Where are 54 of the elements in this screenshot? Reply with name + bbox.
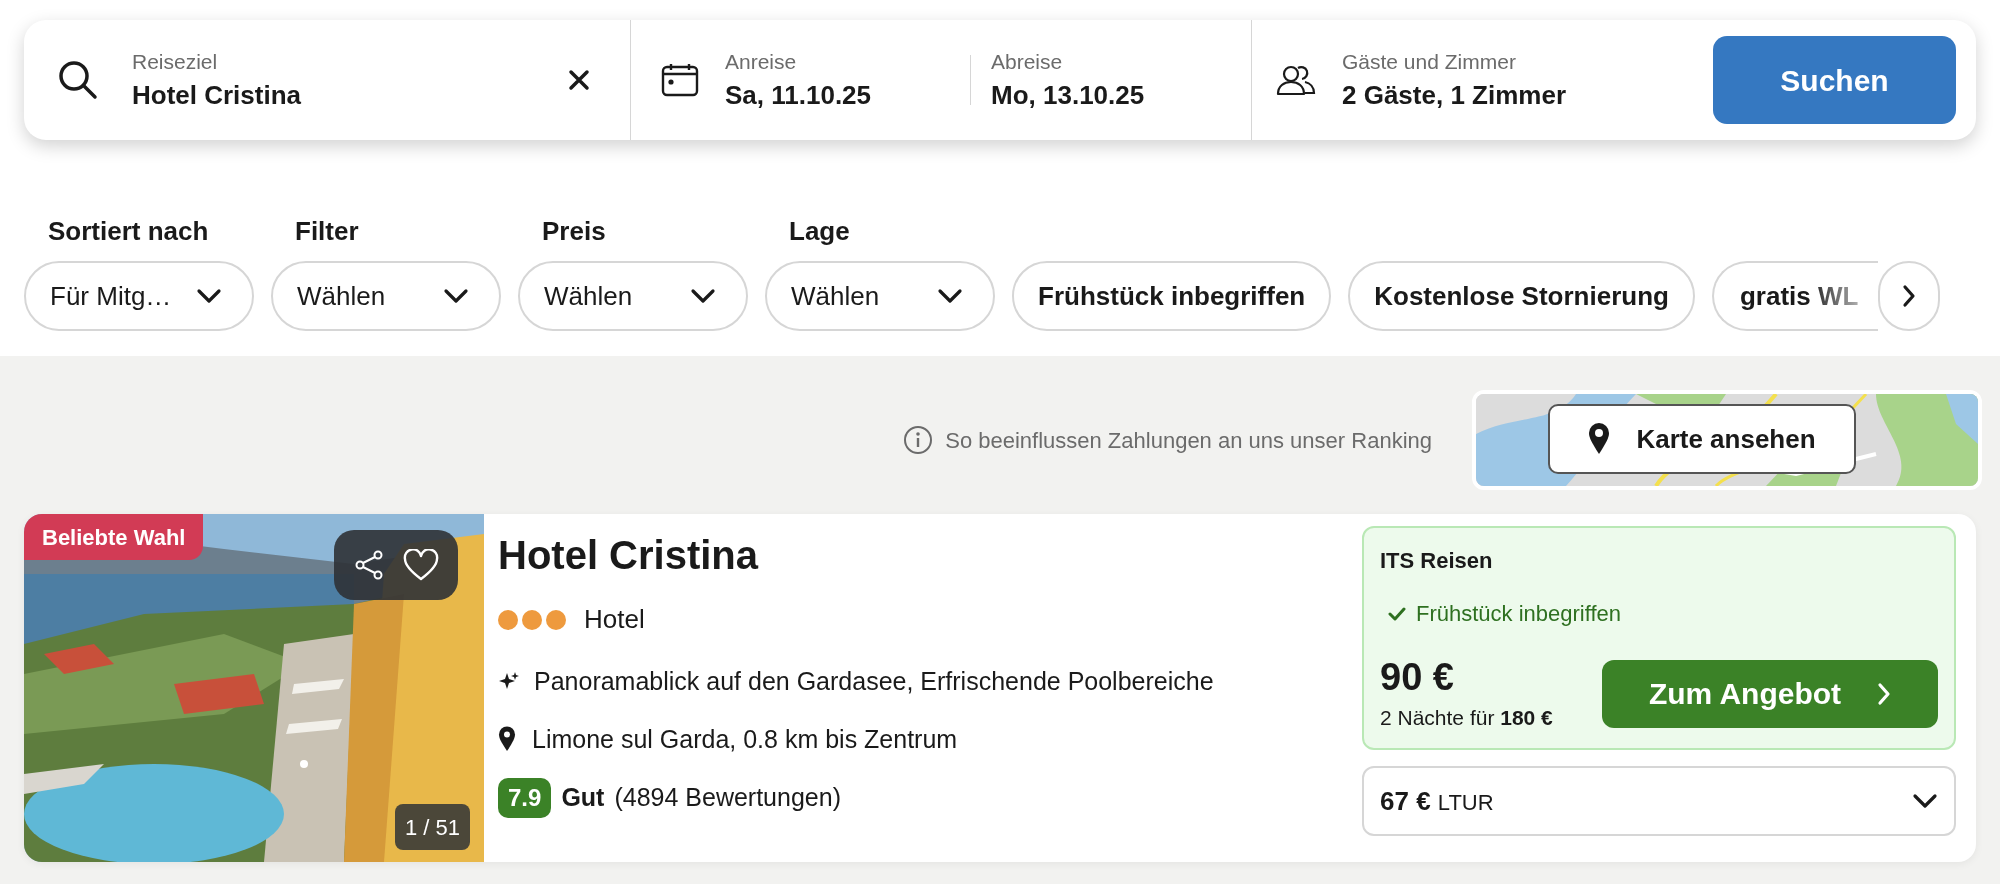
chevron-down-icon — [1912, 793, 1938, 809]
field-label: Anreise — [725, 48, 798, 75]
chevron-right-icon — [1901, 284, 1916, 308]
filter-chip[interactable]: Frühstück inbegriffen — [1012, 261, 1332, 331]
other-offer-dropdown[interactable]: 67 € LTUR — [1362, 766, 1956, 836]
heart-icon[interactable] — [402, 549, 439, 581]
chevron-right-icon — [1877, 681, 1892, 706]
ranking-note[interactable]: So beeinflussen Zahlungen an uns unser Ranking — [945, 423, 1432, 457]
review-count[interactable]: (4894 Bewertungen) — [614, 779, 841, 817]
chevron-down-icon — [690, 288, 716, 304]
provider-name: ITS Reisen — [1380, 547, 1494, 575]
hotel-name[interactable]: Hotel Cristina — [498, 530, 1362, 580]
calendar-icon — [661, 63, 699, 97]
guests-field[interactable]: 2 Gäste, 1 Zimmer — [1342, 78, 1687, 112]
chevron-down-icon — [443, 288, 469, 304]
filter-chip[interactable]: gratis WL — [1711, 261, 1878, 331]
people-icon — [1276, 63, 1316, 97]
field-label: Abreise — [991, 48, 1064, 75]
rating-verdict: Gut — [561, 782, 605, 814]
filter-label: Sortiert nach — [48, 215, 210, 248]
perk-text: Frühstück inbegriffen — [1416, 600, 1622, 628]
filter-dropdown[interactable]: Für Mitg… — [24, 261, 254, 331]
info-icon — [903, 425, 934, 455]
checkout-field[interactable]: Mo, 13.10.25 — [991, 78, 1145, 112]
popular-badge: Beliebte Wahl — [24, 514, 204, 560]
share-icon[interactable] — [353, 550, 384, 580]
nightly-price: 90 € — [1380, 655, 1455, 700]
chevron-down-icon — [196, 288, 222, 304]
view-map-button[interactable]: Karte ansehen — [1548, 404, 1856, 474]
filter-dropdown[interactable]: Wählen — [765, 261, 995, 331]
checkin-field[interactable]: Sa, 11.10.25 — [725, 78, 872, 112]
field-label: Reiseziel — [132, 48, 219, 75]
chevron-down-icon — [937, 288, 963, 304]
location-text: Limone sul Garda, 0.8 km bis Zentrum — [532, 723, 958, 755]
search-icon — [56, 58, 100, 102]
offer-button[interactable]: Zum Angebot — [1602, 659, 1938, 728]
close-icon[interactable] — [568, 69, 590, 91]
destination-field[interactable]: Hotel Cristina — [132, 78, 536, 112]
photo-counter: 1 / 51 — [394, 804, 470, 850]
filter-dropdown[interactable]: Wählen — [271, 261, 501, 331]
hotel-type: Hotel — [584, 603, 645, 636]
location-pin-icon — [1588, 423, 1611, 455]
search-button[interactable]: Suchen — [1713, 36, 1956, 124]
filter-dropdown[interactable]: Wählen — [518, 261, 748, 331]
total-price: 2 Nächte für 180 € — [1380, 704, 1553, 731]
score-badge: 7.9 — [498, 778, 552, 818]
filter-label: Filter — [295, 215, 360, 248]
field-label: Gäste und Zimmer — [1342, 48, 1517, 75]
location-pin-icon — [498, 726, 516, 753]
highlights-text: Panoramablick auf den Gardasee, Erfrischende Poolbereiche — [534, 666, 1214, 697]
checkmark-icon — [1388, 606, 1406, 621]
filter-label: Preis — [542, 215, 607, 248]
filter-label: Lage — [789, 215, 851, 248]
filter-chip[interactable]: Kostenlose Stornierung — [1348, 261, 1695, 331]
